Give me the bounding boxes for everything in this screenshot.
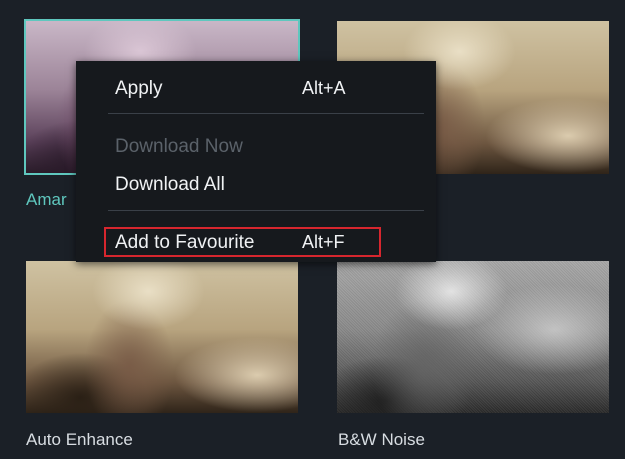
filter-label-bw-noise: B&W Noise bbox=[338, 430, 425, 449]
menu-item-download-now-label: Download Now bbox=[115, 136, 243, 157]
filter-thumbnail-auto-enhance[interactable] bbox=[26, 261, 298, 413]
menu-item-apply[interactable]: Apply Alt+A bbox=[76, 71, 436, 105]
context-menu: Apply Alt+A Download Now Download All Ad… bbox=[76, 61, 436, 262]
filter-label-amaro: Amar bbox=[26, 190, 67, 209]
menu-item-apply-label: Apply bbox=[115, 78, 163, 99]
filter-label-auto-enhance: Auto Enhance bbox=[26, 430, 133, 449]
highlight-annotation-box bbox=[104, 227, 381, 257]
filter-grid-panel: Amar Auto Enhance B&W Noise Apply Alt+A … bbox=[0, 0, 625, 459]
menu-item-download-all-label: Download All bbox=[115, 174, 225, 195]
filter-thumbnail-bw-noise[interactable] bbox=[337, 261, 609, 413]
menu-separator bbox=[108, 113, 424, 114]
menu-item-apply-shortcut: Alt+A bbox=[302, 78, 346, 98]
menu-item-download-all[interactable]: Download All bbox=[76, 167, 436, 201]
menu-separator bbox=[108, 210, 424, 211]
menu-item-download-now: Download Now bbox=[76, 129, 436, 163]
